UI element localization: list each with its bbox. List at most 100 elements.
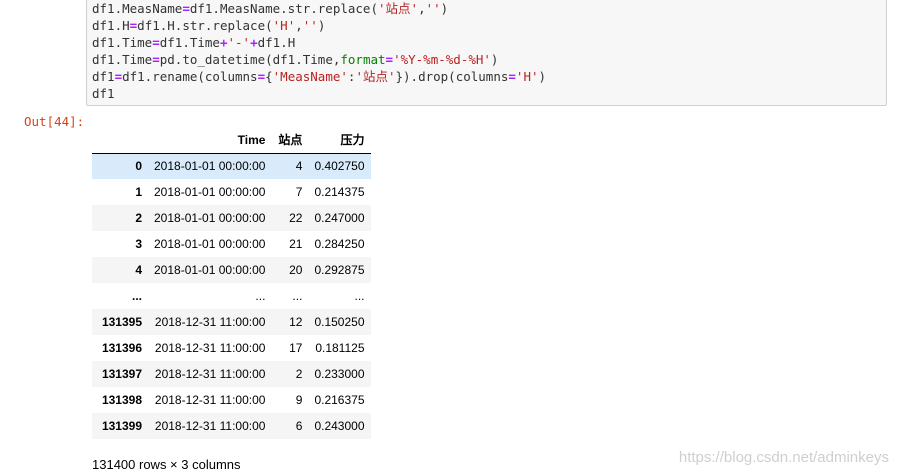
dataframe-shape: 131400 rows × 3 columns xyxy=(92,457,241,472)
row-index: 131395 xyxy=(101,315,142,329)
column-header-time: Time xyxy=(237,132,266,147)
table-cell: 2018-12-31 11:00:00 xyxy=(154,419,266,433)
table-row: 131399 2018-12-31 11:00:00 6 0.243000 xyxy=(92,413,371,439)
column-header-pressure: 压力 xyxy=(340,133,365,148)
code-token: 'H' xyxy=(272,18,296,33)
row-index: ... xyxy=(131,289,142,303)
code-token: df1.Time xyxy=(159,35,220,50)
code-token: = xyxy=(385,52,394,67)
table-cell: 0.150250 xyxy=(314,315,365,329)
index-header xyxy=(92,127,148,153)
code-token: df1.Time xyxy=(92,52,153,67)
table-cell: 2018-12-31 11:00:00 xyxy=(154,393,266,407)
row-index: 4 xyxy=(135,263,142,277)
code-token: df1.H.str.replace( xyxy=(137,18,273,33)
code-token: '' xyxy=(425,1,441,16)
code-token: 'H' xyxy=(515,69,539,84)
table-row: 131396 2018-12-31 11:00:00 17 0.181125 xyxy=(92,335,371,361)
code-token: '-' xyxy=(227,35,251,50)
table-cell: 21 xyxy=(289,237,303,251)
table-cell: 2018-12-31 11:00:00 xyxy=(154,367,266,381)
row-index: 131399 xyxy=(101,419,142,433)
table-cell: 0.247000 xyxy=(314,211,365,225)
code-token: + xyxy=(219,35,228,50)
table-cell: 0.233000 xyxy=(314,367,365,381)
code-line: df1.MeasName=df1.MeasName.str.replace('站… xyxy=(92,0,546,17)
code-line: df1 xyxy=(92,85,546,102)
watermark: https://blog.csdn.net/adminkeys xyxy=(678,449,889,466)
table-cell: 2018-12-31 11:00:00 xyxy=(154,341,266,355)
table-header-row: Time 站点 压力 xyxy=(92,127,371,153)
table-row: 1 2018-01-01 00:00:00 7 0.214375 xyxy=(92,179,371,205)
table-cell: 0.181125 xyxy=(315,341,365,355)
table-row: 3 2018-01-01 00:00:00 21 0.284250 xyxy=(92,231,371,257)
code-line: df1.Time=df1.Time+'-'+df1.H xyxy=(92,34,546,51)
code-token: = xyxy=(508,69,516,84)
code-token: df1.H xyxy=(92,18,130,33)
code-token: }).drop(columns xyxy=(395,69,509,84)
table-cell: 22 xyxy=(289,211,303,225)
code-token: { xyxy=(265,69,273,84)
table-cell: 9 xyxy=(295,393,303,407)
table-row: 0 2018-01-01 00:00:00 4 0.402750 xyxy=(92,153,371,179)
table-cell: 0.216375 xyxy=(314,393,365,407)
table-cell: 0.243000 xyxy=(314,419,365,433)
code-token: = xyxy=(114,69,123,84)
row-index: 131396 xyxy=(101,341,142,355)
code-token: format xyxy=(340,52,386,67)
code-token: df1 xyxy=(92,69,115,84)
code-token: '站点' xyxy=(355,69,396,84)
table-cell: 0.284250 xyxy=(314,237,365,251)
row-index: 3 xyxy=(135,237,142,251)
table-row: 131397 2018-12-31 11:00:00 2 0.233000 xyxy=(92,361,371,387)
table-cell: 2018-01-01 00:00:00 xyxy=(154,185,266,199)
table-cell: 2018-01-01 00:00:00 xyxy=(154,211,266,225)
code-token: = xyxy=(257,69,266,84)
row-index: 2 xyxy=(135,211,142,225)
row-index: 131398 xyxy=(101,393,142,407)
code-token: df1.rename(columns xyxy=(122,69,258,84)
code-token: pd.to_datetime(df1.Time, xyxy=(159,52,341,67)
code-token: = xyxy=(152,35,160,50)
table-row: 2 2018-01-01 00:00:00 22 0.247000 xyxy=(92,205,371,231)
table-cell: 2018-01-01 00:00:00 xyxy=(154,237,266,251)
output-prompt: Out[44]: xyxy=(24,114,85,129)
code-token: ) xyxy=(538,69,547,84)
code-token: df1.Time xyxy=(92,35,153,50)
table-cell: 0.292875 xyxy=(314,263,365,277)
table-row: 131395 2018-12-31 11:00:00 12 0.150250 xyxy=(92,309,371,335)
code-cell[interactable]: df1.MeasName=df1.MeasName.str.replace('站… xyxy=(86,0,887,106)
column-header-station: 站点 xyxy=(278,133,303,148)
table-cell: 2 xyxy=(295,367,303,381)
code-token: = xyxy=(182,1,190,16)
code-token: , xyxy=(295,18,303,33)
code-token: ) xyxy=(490,52,499,67)
table-row: 4 2018-01-01 00:00:00 20 0.292875 xyxy=(92,257,371,283)
code-token: df1.MeasName.str.replace( xyxy=(189,1,378,16)
table-cell: 6 xyxy=(295,419,303,433)
table-cell: ... xyxy=(354,289,365,303)
table-cell: 20 xyxy=(289,263,303,277)
table-cell: 2018-12-31 11:00:00 xyxy=(154,315,266,329)
code-token: , xyxy=(418,1,426,16)
table-cell: ... xyxy=(255,289,266,303)
table-row: 131398 2018-12-31 11:00:00 9 0.216375 xyxy=(92,387,371,413)
code-line: df1=df1.rename(columns={'MeasName':'站点'}… xyxy=(92,68,546,85)
code-token: 'MeasName' xyxy=(272,69,348,84)
row-index: 131397 xyxy=(101,367,142,381)
code-token: + xyxy=(250,35,258,50)
table-cell: 0.214375 xyxy=(314,185,365,199)
dataframe-table: Time 站点 压力 0 2018-01-01 00:00:00 4 0.402750… xyxy=(92,127,371,439)
table-cell: 0.402750 xyxy=(314,159,365,174)
table-row: ............ xyxy=(92,283,371,309)
code-line: df1.Time=pd.to_datetime(df1.Time,format=… xyxy=(92,51,546,68)
code-token: '' xyxy=(302,18,318,33)
code-token: '站点' xyxy=(378,1,419,16)
code-token: ) xyxy=(440,1,449,16)
code-token: '%Y-%m-%d-%H' xyxy=(393,52,491,67)
code-token: df1 xyxy=(92,86,115,101)
row-index: 0 xyxy=(135,159,142,174)
code-token: df1.H xyxy=(257,35,296,50)
code-editor[interactable]: df1.MeasName=df1.MeasName.str.replace('站… xyxy=(92,0,546,102)
table-cell: 4 xyxy=(295,159,303,174)
